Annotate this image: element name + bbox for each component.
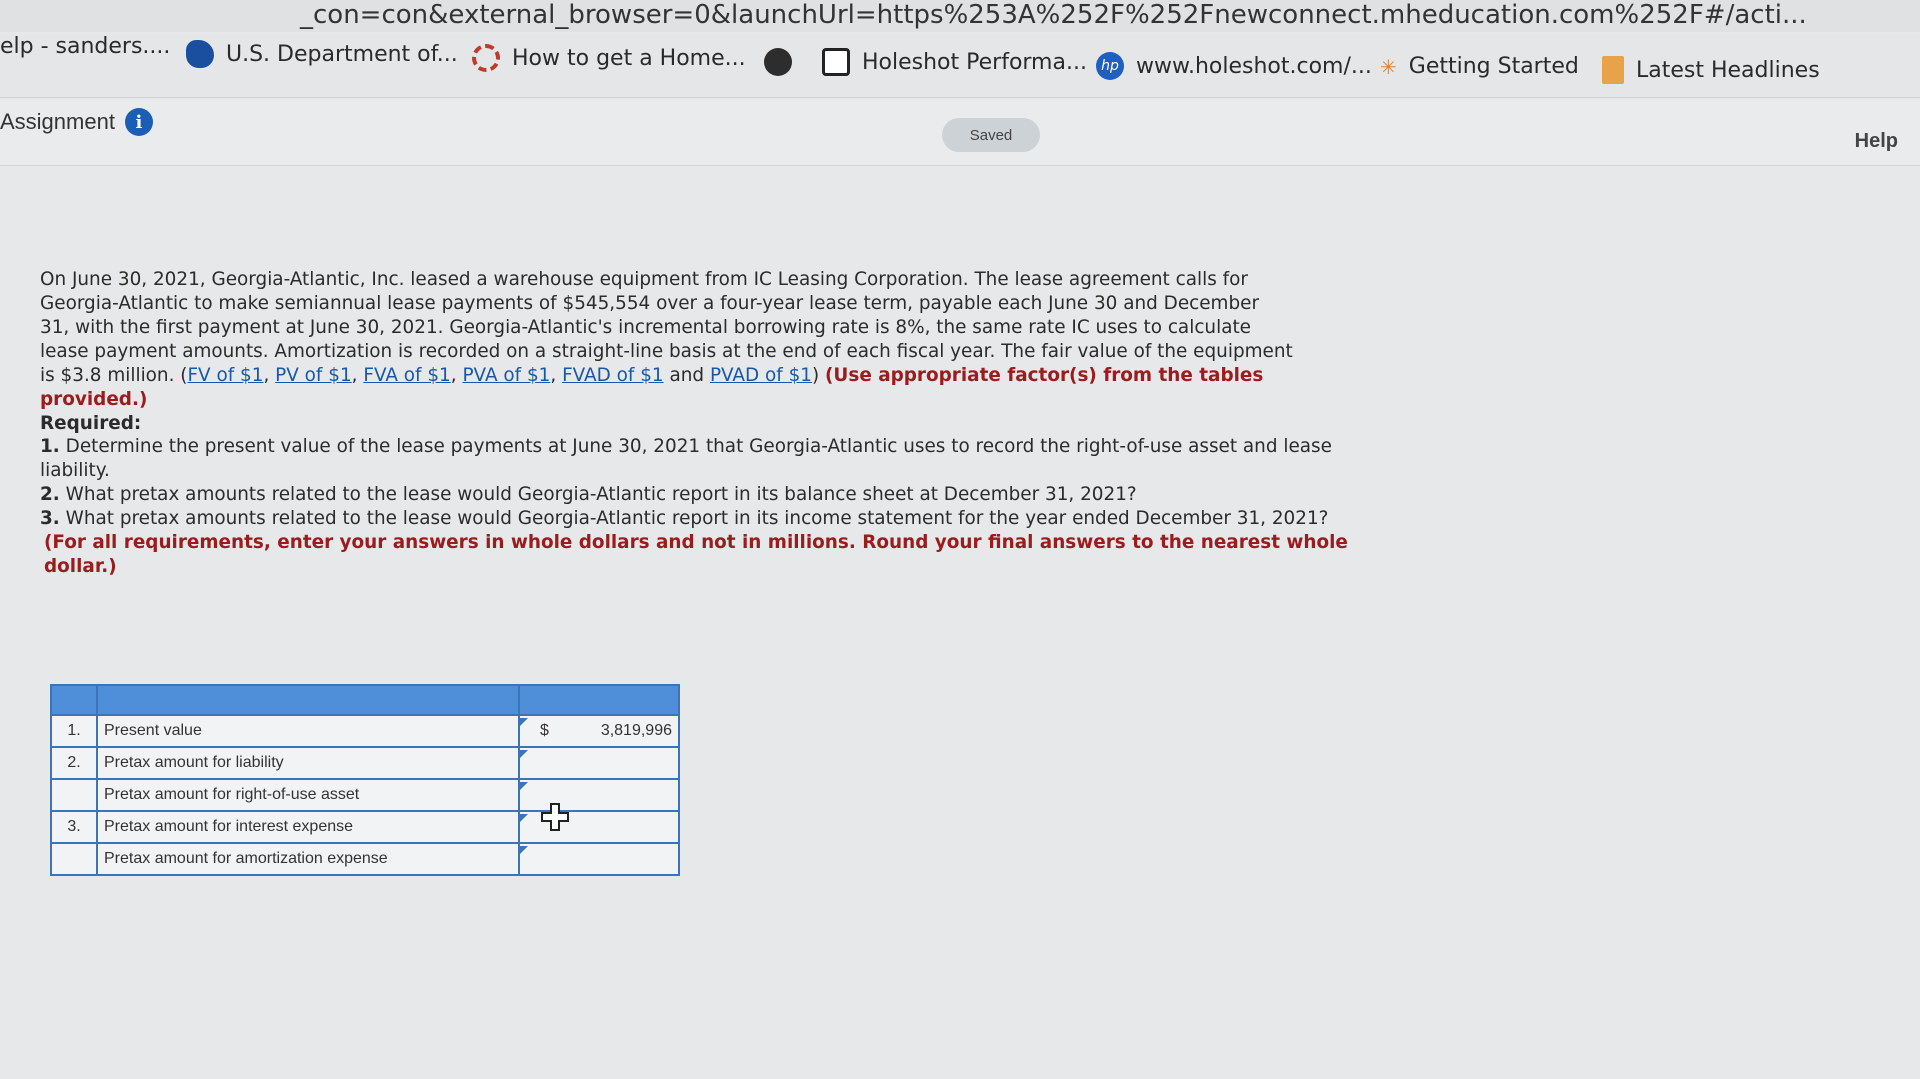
answer-amount: 3,819,996 <box>600 722 672 739</box>
link-pva-of-1[interactable]: PVA of $1 <box>462 365 550 386</box>
requirement-3: 3. What pretax amounts related to the le… <box>40 507 1360 531</box>
answer-input-amortization-expense[interactable] <box>518 842 680 876</box>
requirement-text: What pretax amounts related to the lease… <box>65 508 1329 530</box>
rounding-note: (For all requirements, enter your answer… <box>44 532 1348 578</box>
saved-status-badge: Saved <box>942 118 1040 152</box>
answer-input-present-value[interactable]: $ 3,819,996 <box>518 714 680 748</box>
bookmark-holeshot-com[interactable]: hp www.holeshot.com/... <box>1096 52 1372 80</box>
flag-icon <box>520 718 528 726</box>
hp-icon: hp <box>1096 52 1124 80</box>
requirement-2: 2. What pretax amounts related to the le… <box>40 483 1360 507</box>
row-label: Present value <box>96 714 520 748</box>
loading-ring-icon <box>472 44 500 72</box>
bookmark-how-to-get-home[interactable]: How to get a Home... <box>472 44 746 72</box>
row-label: Pretax amount for right-of-use asset <box>96 778 520 812</box>
table-header-row <box>50 684 680 716</box>
requirement-1: 1. Determine the present value of the le… <box>40 435 1360 483</box>
state-icon <box>186 40 214 68</box>
row-number <box>50 842 98 876</box>
bookmark-getting-started[interactable]: ✳ Getting Started <box>1380 54 1579 79</box>
currency-symbol: $ <box>540 722 549 739</box>
table-row: 3. Pretax amount for interest expense <box>50 810 680 844</box>
question-line-links: is $3.8 million. (FV of $1, PV of $1, FV… <box>40 364 1264 410</box>
flag-icon <box>520 846 528 854</box>
bookmark-folder-icon <box>1602 56 1624 84</box>
question-text: is $3.8 million. ( <box>40 364 188 386</box>
bookmark-label: How to get a Home... <box>512 45 746 71</box>
table-row: 1. Present value $ 3,819,996 <box>50 714 680 748</box>
link-fv-of-1[interactable]: FV of $1 <box>187 365 263 386</box>
question-text: and <box>669 364 705 386</box>
required-heading: Required: <box>40 412 142 434</box>
row-number: 2. <box>50 746 98 780</box>
bookmark-label: Latest Headlines <box>1636 57 1820 83</box>
question-line: lease payment amounts. Amortization is r… <box>40 340 1293 362</box>
row-number <box>50 778 98 812</box>
move-cursor-icon <box>541 803 569 831</box>
link-pv-of-1[interactable]: PV of $1 <box>275 365 352 386</box>
requirement-text: What pretax amounts related to the lease… <box>65 484 1137 506</box>
answer-table: 1. Present value $ 3,819,996 2. Pretax a… <box>50 684 680 876</box>
row-number: 3. <box>50 810 98 844</box>
assignment-header: Assignment i Saved Help <box>0 100 1920 166</box>
question-line: Georgia-Atlantic to make semiannual leas… <box>40 292 1260 314</box>
link-fvad-of-1[interactable]: FVAD of $1 <box>562 365 664 386</box>
assignment-title-text: Assignment <box>0 109 115 134</box>
row-label: Pretax amount for liability <box>96 746 520 780</box>
requirement-number: 2. <box>40 484 60 506</box>
bookmark-latest-headlines[interactable]: Latest Headlines <box>1602 56 1820 84</box>
header-cell <box>518 684 680 716</box>
row-label: Pretax amount for interest expense <box>96 810 520 844</box>
info-icon[interactable]: i <box>124 108 153 136</box>
bookmark-label: elp - sanders.... <box>0 34 171 59</box>
bookmarks-bar: elp - sanders.... U.S. Department of... … <box>0 34 1920 98</box>
table-row: 2. Pretax amount for liability <box>50 746 680 780</box>
row-label: Pretax amount for amortization expense <box>96 842 520 876</box>
link-pvad-of-1[interactable]: PVAD of $1 <box>710 365 812 386</box>
link-fva-of-1[interactable]: FVA of $1 <box>363 365 450 386</box>
question-body: On June 30, 2021, Georgia-Atlantic, Inc.… <box>40 268 1360 579</box>
address-bar[interactable]: _con=con&external_browser=0&launchUrl=ht… <box>0 0 1920 32</box>
question-line: On June 30, 2021, Georgia-Atlantic, Inc.… <box>40 269 1248 290</box>
bookmark-globe[interactable] <box>764 48 792 76</box>
header-cell <box>96 684 520 716</box>
bookmark-us-department[interactable]: U.S. Department of... <box>186 40 458 68</box>
holeshot-icon <box>822 48 850 76</box>
bookmark-label: Getting Started <box>1408 54 1579 79</box>
bookmark-label: www.holeshot.com/... <box>1136 53 1372 79</box>
bookmark-help-sanders[interactable]: elp - sanders.... <box>0 34 170 59</box>
globe-icon <box>764 48 792 76</box>
answer-input-liability[interactable] <box>518 746 680 780</box>
url-text: _con=con&external_browser=0&launchUrl=ht… <box>300 0 1807 30</box>
flag-icon <box>520 750 528 758</box>
firefox-star-icon: ✳ <box>1380 54 1397 79</box>
requirement-number: 3. <box>40 508 60 530</box>
table-row: Pretax amount for amortization expense <box>50 842 680 876</box>
row-number: 1. <box>50 714 98 748</box>
answer-value: $ 3,819,996 <box>526 722 672 740</box>
help-button[interactable]: Help <box>1855 130 1898 153</box>
flag-icon <box>520 782 528 790</box>
requirement-number: 1. <box>40 436 60 458</box>
header-cell <box>50 684 98 716</box>
bookmark-label: U.S. Department of... <box>226 41 458 67</box>
bookmark-label: Holeshot Performa... <box>862 49 1087 75</box>
question-line: 31, with the first payment at June 30, 2… <box>40 316 1251 338</box>
bookmark-holeshot-performance[interactable]: Holeshot Performa... <box>822 48 1087 76</box>
assignment-title: Assignment i <box>0 108 153 136</box>
table-row: Pretax amount for right-of-use asset <box>50 778 680 812</box>
flag-icon <box>520 814 528 822</box>
requirement-text: Determine the present value of the lease… <box>40 436 1332 482</box>
